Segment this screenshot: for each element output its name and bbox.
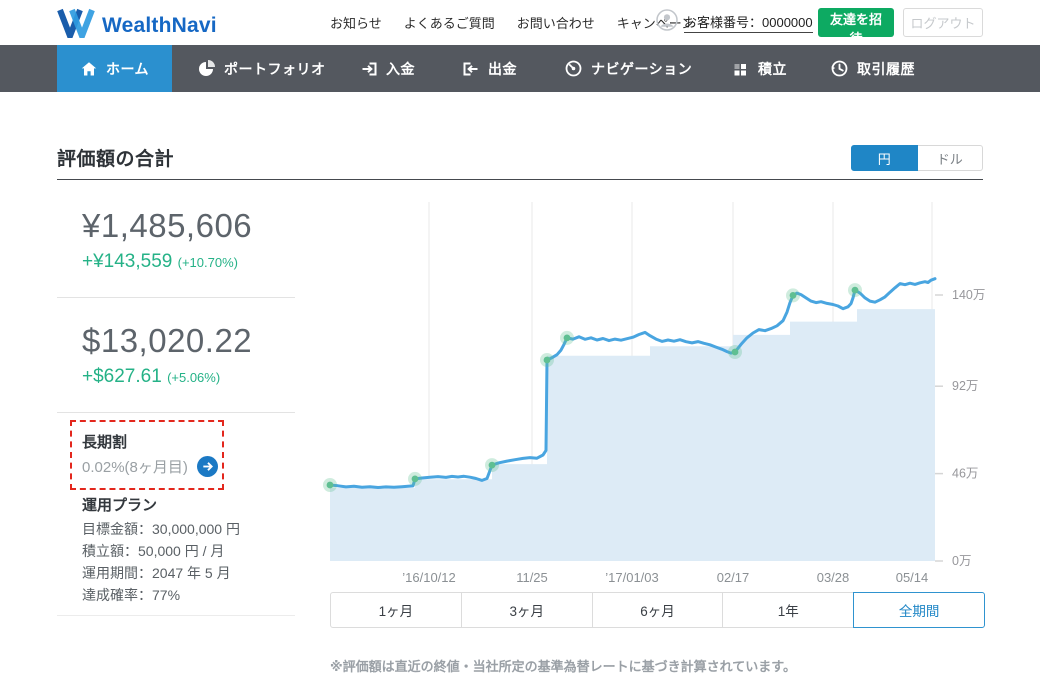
deposit-marker [852, 287, 859, 294]
deposit-marker [544, 357, 551, 364]
x-axis-label: 02/17 [717, 570, 750, 585]
currency-toggle: 円 ドル [851, 145, 983, 171]
y-axis-label: 92万 [952, 379, 978, 393]
longterm-discount-value: 0.02%(8ヶ月目) [82, 456, 188, 477]
deposit-marker [489, 462, 496, 469]
divider [57, 615, 295, 616]
nav-tab-portfolio[interactable]: ポートフォリオ [197, 45, 326, 92]
link-contact[interactable]: お問い合わせ [517, 13, 595, 32]
wealthnavi-logo[interactable]: WealthNavi [57, 8, 217, 43]
circle-arrow-right-icon[interactable] [197, 456, 218, 477]
divider [57, 412, 295, 413]
y-axis-label: 0万 [952, 554, 971, 568]
nav-tab-label: ナビゲーション [591, 59, 692, 79]
deposit-icon [360, 60, 378, 78]
user-avatar-icon [656, 9, 678, 36]
gain-usd-percent: (+5.06%) [167, 370, 220, 385]
page-title: 評価額の合計 [57, 144, 174, 171]
y-axis-label: 46万 [952, 467, 978, 481]
nav-tab-label: ポートフォリオ [224, 59, 326, 79]
deposit-marker [412, 476, 419, 483]
nav-tab-navigation[interactable]: ナビゲーション [564, 45, 692, 92]
wealthnavi-home-page: WealthNavi お知らせ よくあるご質問 お問い合わせ キャンペーン お客… [0, 0, 1040, 686]
range-all-button[interactable]: 全期間 [853, 592, 985, 628]
link-faq[interactable]: よくあるご質問 [404, 13, 495, 32]
link-news[interactable]: お知らせ [330, 13, 382, 32]
valuation-line-chart: ’16/10/12 11/25 ’17/01/03 02/17 03/28 05/14 0万… [315, 190, 985, 590]
customer-number-link[interactable]: お客様番号：0000000 [684, 12, 813, 33]
deposit-marker [790, 292, 797, 299]
deposit-marker [732, 349, 739, 356]
range-6months-button[interactable]: 6ヶ月 [592, 592, 724, 628]
nav-tab-history[interactable]: 取引履歴 [830, 45, 915, 92]
top-header: WealthNavi お知らせ よくあるご質問 お問い合わせ キャンペーン お客… [0, 0, 1040, 45]
title-divider [57, 179, 983, 180]
plan-period: 運用期間：2047 年 5 月 [82, 562, 240, 584]
deposit-marker [564, 335, 571, 342]
deposit-marker [327, 482, 334, 489]
nav-tab-accumulation[interactable]: 積立 [732, 45, 787, 92]
plan-title: 運用プラン [82, 494, 157, 515]
gauge-icon [564, 59, 583, 78]
gain-usd-amount: +$627.61 [82, 366, 162, 387]
gain-yen: +¥143,559 (+10.70%) [82, 251, 238, 273]
plan-rows: 目標金額：30,000,000 円 積立額：50,000 円 / 月 運用期間：… [82, 518, 240, 606]
nav-tab-home[interactable]: ホーム [57, 45, 172, 92]
blocks-icon [732, 60, 750, 78]
y-axis-label: 140万 [952, 288, 985, 302]
range-3months-button[interactable]: 3ヶ月 [461, 592, 593, 628]
withdraw-icon [462, 60, 480, 78]
pie-chart-icon [197, 59, 216, 78]
nav-tab-label: 取引履歴 [857, 59, 915, 79]
gain-yen-amount: +¥143,559 [82, 251, 172, 272]
currency-yen-button[interactable]: 円 [851, 145, 918, 171]
plan-probability: 達成確率：77% [82, 584, 240, 606]
nav-tab-label: 入金 [386, 59, 415, 79]
nav-tab-withdraw[interactable]: 出金 [462, 45, 517, 92]
nav-tab-deposit[interactable]: 入金 [360, 45, 415, 92]
gain-usd: +$627.61 (+5.06%) [82, 366, 220, 388]
total-value-yen: ¥1,485,606 [82, 207, 252, 245]
valuation-footnote: ※評価額は直近の終値・当社所定の基準為替レートに基づき計算されています。 [330, 656, 796, 675]
x-axis-label: ’16/10/12 [402, 570, 456, 585]
currency-dollar-button[interactable]: ドル [918, 145, 984, 171]
wealthnavi-w-mark-icon [57, 8, 95, 43]
clock-history-icon [830, 59, 849, 78]
total-value-usd: $13,020.22 [82, 322, 252, 360]
range-1year-button[interactable]: 1年 [722, 592, 854, 628]
logo-text: WealthNavi [102, 14, 217, 38]
main-nav: ホーム ポートフォリオ 入金 [0, 45, 1040, 92]
nav-tab-label: 出金 [488, 59, 517, 79]
range-1month-button[interactable]: 1ヶ月 [330, 592, 462, 628]
header-links: お知らせ よくあるご質問 お問い合わせ キャンペーン [330, 0, 694, 45]
longterm-discount-row: 0.02%(8ヶ月目) [82, 456, 218, 477]
longterm-discount-title: 長期割 [82, 431, 127, 452]
gain-yen-percent: (+10.70%) [178, 255, 238, 270]
user-area: お客様番号：0000000 [656, 0, 813, 45]
x-axis-label: ’17/01/03 [605, 570, 659, 585]
plan-monthly-amount: 積立額：50,000 円 / 月 [82, 540, 240, 562]
logout-button[interactable]: ログアウト [903, 8, 983, 37]
invite-friend-button[interactable]: 友達を招待 [818, 8, 894, 37]
plan-target-amount: 目標金額：30,000,000 円 [82, 518, 240, 540]
x-axis-label: 05/14 [896, 570, 929, 585]
home-icon [80, 60, 98, 78]
nav-tab-label: 積立 [758, 59, 787, 79]
x-axis-label: 03/28 [817, 570, 850, 585]
divider [57, 297, 295, 298]
time-range-selector: 1ヶ月 3ヶ月 6ヶ月 1年 全期間 [330, 592, 985, 628]
x-axis-label: 11/25 [516, 570, 548, 585]
nav-tab-label: ホーム [106, 59, 149, 79]
